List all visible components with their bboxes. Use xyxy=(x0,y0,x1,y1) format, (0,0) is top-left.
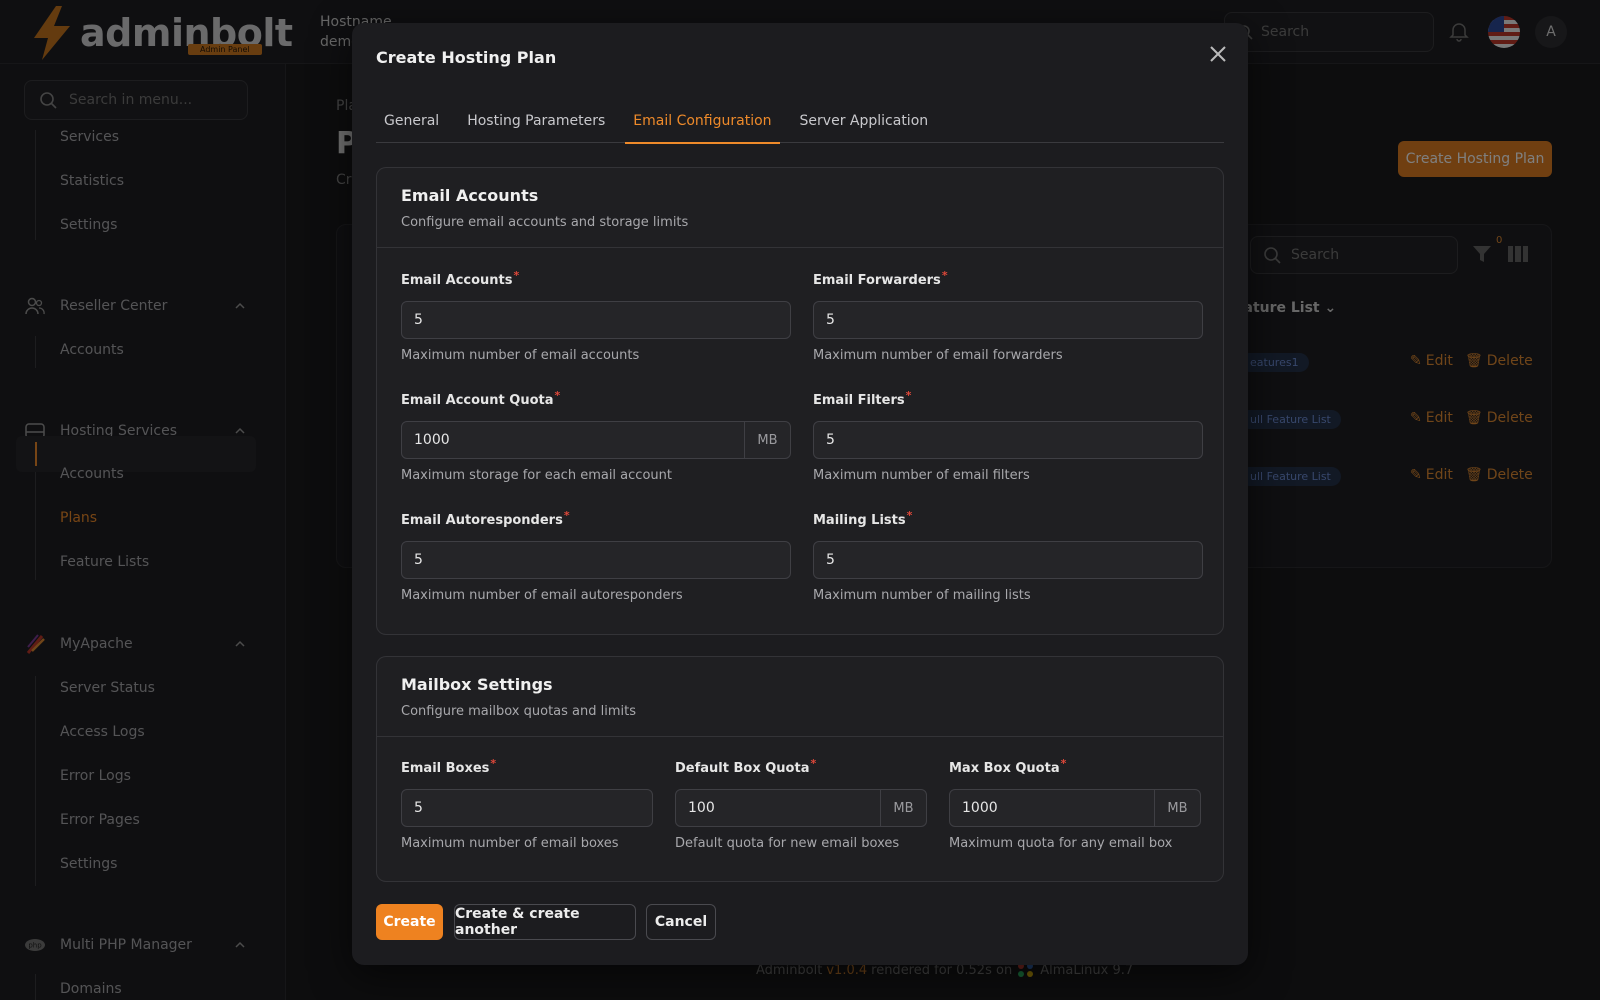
field-help: Default quota for new email boxes xyxy=(675,836,900,851)
field-help: Maximum number of email boxes xyxy=(401,836,619,851)
field-help: Maximum number of email filters xyxy=(813,468,1030,483)
field-help: Maximum number of email forwarders xyxy=(813,348,1063,363)
max-box-quota-field: Max Box Quota* MB Maximum quota for any … xyxy=(949,757,1201,851)
tab-server-application[interactable]: Server Application xyxy=(792,99,937,143)
email-account-quota-field: Email Account Quota* MB Maximum storage … xyxy=(401,389,791,483)
tab-general[interactable]: General xyxy=(376,99,447,143)
required-marker: * xyxy=(810,757,817,770)
section-title: Email Accounts xyxy=(401,186,539,205)
section-description: Configure mailbox quotas and limits xyxy=(401,704,636,719)
field-help: Maximum quota for any email box xyxy=(949,836,1173,851)
email-boxes-field: Email Boxes* Maximum number of email box… xyxy=(401,757,653,851)
required-marker: * xyxy=(906,509,913,522)
email-boxes-input[interactable] xyxy=(402,790,652,826)
create-button[interactable]: Create xyxy=(376,904,443,940)
section-description: Configure email accounts and storage lim… xyxy=(401,215,689,230)
section-title: Mailbox Settings xyxy=(401,675,553,694)
mailbox-settings-section: Mailbox Settings Configure mailbox quota… xyxy=(376,656,1224,882)
cancel-button[interactable]: Cancel xyxy=(646,904,716,940)
create-another-button[interactable]: Create & create another xyxy=(454,904,636,940)
required-marker: * xyxy=(941,269,948,282)
field-help: Maximum number of mailing lists xyxy=(813,588,1031,603)
field-help: Maximum storage for each email account xyxy=(401,468,672,483)
required-marker: * xyxy=(513,269,520,282)
email-accounts-section: Email Accounts Configure email accounts … xyxy=(376,167,1224,635)
email-account-quota-input[interactable] xyxy=(402,422,744,458)
field-help: Maximum number of email accounts xyxy=(401,348,640,363)
required-marker: * xyxy=(1060,757,1067,770)
required-marker: * xyxy=(490,757,497,770)
create-hosting-plan-modal: Create Hosting Plan General Hosting Para… xyxy=(352,23,1248,965)
email-filters-input[interactable] xyxy=(814,422,1202,458)
default-box-quota-field: Default Box Quota* MB Default quota for … xyxy=(675,757,927,851)
tab-email-configuration[interactable]: Email Configuration xyxy=(625,99,780,144)
field-help: Maximum number of email autoresponders xyxy=(401,588,683,603)
required-marker: * xyxy=(905,389,912,402)
email-accounts-field: Email Accounts* Maximum number of email … xyxy=(401,269,791,363)
email-accounts-input[interactable] xyxy=(402,302,790,338)
email-autoresponders-field: Email Autoresponders* Maximum number of … xyxy=(401,509,791,603)
mailing-lists-input[interactable] xyxy=(814,542,1202,578)
unit-suffix: MB xyxy=(744,422,790,458)
modal-title: Create Hosting Plan xyxy=(376,48,557,67)
max-box-quota-input[interactable] xyxy=(950,790,1154,826)
email-forwarders-input[interactable] xyxy=(814,302,1202,338)
required-marker: * xyxy=(563,509,570,522)
close-icon[interactable] xyxy=(1207,43,1229,65)
email-forwarders-field: Email Forwarders* Maximum number of emai… xyxy=(813,269,1203,363)
section-header: Email Accounts Configure email accounts … xyxy=(377,168,1223,248)
modal-tabs: General Hosting Parameters Email Configu… xyxy=(376,99,1224,144)
unit-suffix: MB xyxy=(1154,790,1200,826)
email-filters-field: Email Filters* Maximum number of email f… xyxy=(813,389,1203,483)
unit-suffix: MB xyxy=(880,790,926,826)
tab-hosting-parameters[interactable]: Hosting Parameters xyxy=(459,99,613,143)
section-header: Mailbox Settings Configure mailbox quota… xyxy=(377,657,1223,737)
default-box-quota-input[interactable] xyxy=(676,790,880,826)
mailing-lists-field: Mailing Lists* Maximum number of mailing… xyxy=(813,509,1203,603)
required-marker: * xyxy=(554,389,561,402)
email-autoresponders-input[interactable] xyxy=(402,542,790,578)
